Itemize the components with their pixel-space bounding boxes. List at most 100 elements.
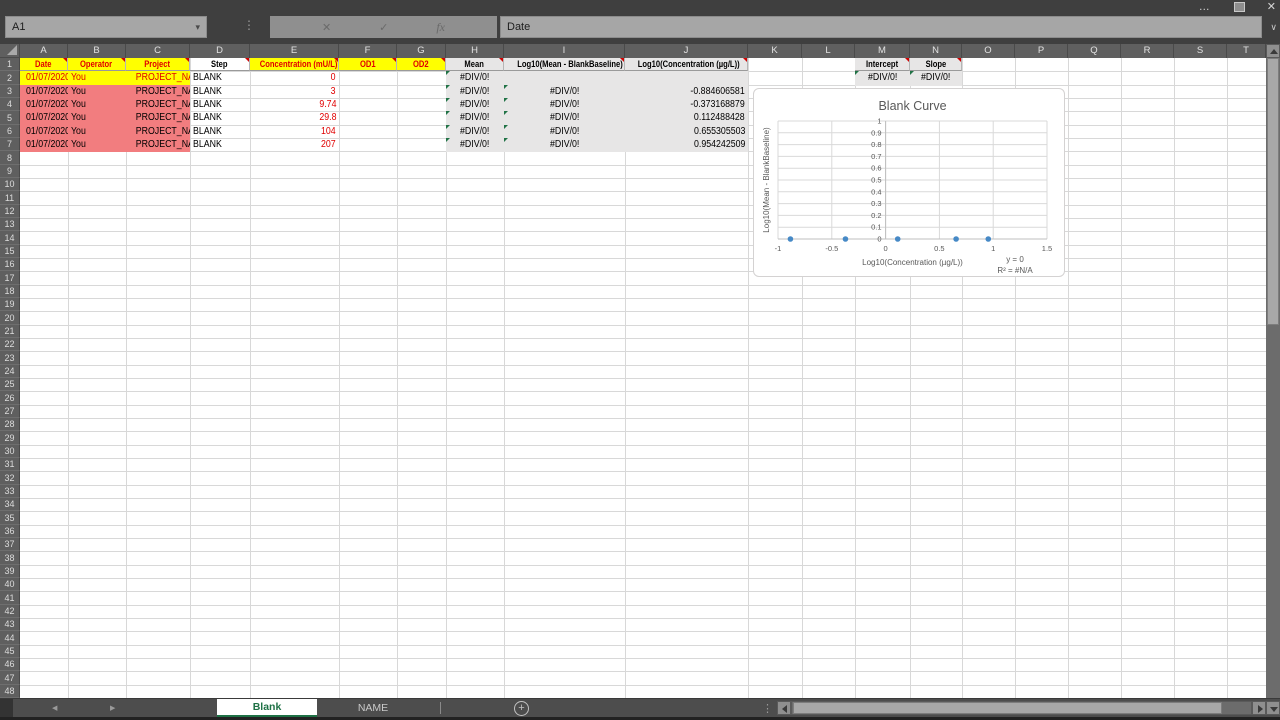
cell-C5[interactable]: PROJECT_NAME [126, 111, 190, 126]
insert-function-icon[interactable]: fx [436, 20, 445, 35]
row-header-46[interactable]: 46 [0, 658, 20, 671]
row-header-42[interactable]: 42 [0, 605, 20, 618]
cell-A1[interactable]: Date [20, 58, 68, 71]
cell-J7[interactable]: 0.954242509 [625, 138, 748, 152]
cell-E2[interactable]: 0 [250, 71, 339, 85]
scroll-left-icon[interactable] [777, 701, 791, 715]
cell-J2[interactable] [625, 71, 748, 86]
row-header-1[interactable]: 1 [0, 58, 20, 71]
row-header-4[interactable]: 4 [0, 98, 20, 111]
cell-J5[interactable]: 0.112488428 [625, 111, 748, 126]
row-header-12[interactable]: 12 [0, 205, 20, 218]
column-header-L[interactable]: L [802, 44, 855, 58]
scroll-down-icon[interactable] [1266, 701, 1280, 715]
cell-E1[interactable]: Concentration (mU/L) [250, 58, 339, 71]
row-header-21[interactable]: 21 [0, 325, 20, 338]
cell-A5[interactable]: 01/07/2020 [20, 111, 68, 126]
row-header-32[interactable]: 32 [0, 471, 20, 485]
cancel-entry-icon[interactable]: ✕ [322, 21, 331, 34]
row-header-43[interactable]: 43 [0, 618, 20, 631]
row-header-48[interactable]: 48 [0, 685, 20, 698]
cell-A3[interactable]: 01/07/2020 [20, 85, 68, 99]
cell-I5[interactable]: #DIV/0! [504, 111, 625, 126]
cell-J6[interactable]: 0.655305503 [625, 125, 748, 139]
cell-J1[interactable]: Log10(Concentration (µg/L)) [625, 58, 748, 71]
cell-H6[interactable]: #DIV/0! [446, 125, 504, 139]
row-header-35[interactable]: 35 [0, 511, 20, 525]
row-header-41[interactable]: 41 [0, 591, 20, 605]
cell-I4[interactable]: #DIV/0! [504, 98, 625, 112]
sheet-tab-blank[interactable]: Blank [217, 699, 317, 717]
row-header-16[interactable]: 16 [0, 258, 20, 271]
close-icon[interactable]: ✕ [1267, 2, 1276, 12]
cell-H5[interactable]: #DIV/0! [446, 111, 504, 126]
select-all-corner[interactable] [0, 44, 20, 58]
more-options-icon[interactable]: … [1199, 2, 1212, 12]
cell-H7[interactable]: #DIV/0! [446, 138, 504, 152]
cell-D5[interactable]: BLANK [190, 111, 250, 125]
row-header-37[interactable]: 37 [0, 538, 20, 551]
row-header-6[interactable]: 6 [0, 125, 20, 138]
column-header-Q[interactable]: Q [1068, 44, 1121, 58]
column-header-E[interactable]: E [250, 44, 339, 58]
column-header-K[interactable]: K [748, 44, 802, 58]
column-header-F[interactable]: F [339, 44, 397, 58]
column-header-D[interactable]: D [190, 44, 250, 58]
row-header-39[interactable]: 39 [0, 565, 20, 578]
horizontal-scrollbar-thumb[interactable] [793, 702, 1222, 714]
cell-I1[interactable]: Log10(Mean - BlankBaseline) [504, 58, 625, 71]
sheet-nav-next-icon[interactable]: ▶ [110, 704, 115, 712]
row-header-29[interactable]: 29 [0, 431, 20, 445]
row-header-24[interactable]: 24 [0, 365, 20, 378]
row-header-13[interactable]: 13 [0, 218, 20, 231]
cell-D6[interactable]: BLANK [190, 125, 250, 138]
new-sheet-icon[interactable]: + [514, 701, 529, 716]
cell-M2[interactable]: #DIV/0! [855, 71, 910, 86]
cell-B3[interactable]: You [68, 85, 126, 99]
cell-H1[interactable]: Mean [446, 58, 504, 71]
row-header-15[interactable]: 15 [0, 245, 20, 258]
column-header-R[interactable]: R [1121, 44, 1174, 58]
column-header-O[interactable]: O [962, 44, 1015, 58]
cell-F1[interactable]: OD1 [339, 58, 397, 71]
cell-C6[interactable]: PROJECT_NAME [126, 125, 190, 139]
row-header-22[interactable]: 22 [0, 338, 20, 351]
column-header-N[interactable]: N [910, 44, 962, 58]
row-header-20[interactable]: 20 [0, 311, 20, 325]
row-header-5[interactable]: 5 [0, 111, 20, 125]
expand-formula-bar-icon[interactable]: ∨ [1270, 22, 1277, 33]
row-header-38[interactable]: 38 [0, 551, 20, 565]
scrollbar-grip-icon[interactable]: ⋮ [762, 702, 773, 715]
cell-D7[interactable]: BLANK [190, 138, 250, 151]
column-header-J[interactable]: J [625, 44, 748, 58]
cell-C7[interactable]: PROJECT_NAME [126, 138, 190, 152]
restore-window-icon[interactable] [1234, 2, 1245, 12]
cell-B7[interactable]: You [68, 138, 126, 152]
cell-N2[interactable]: #DIV/0! [910, 71, 962, 86]
worksheet-grid[interactable]: DateOperatorProjectStepConcentration (mU… [20, 58, 1266, 698]
row-header-40[interactable]: 40 [0, 578, 20, 591]
cell-H3[interactable]: #DIV/0! [446, 85, 504, 99]
row-header-33[interactable]: 33 [0, 485, 20, 498]
cell-H4[interactable]: #DIV/0! [446, 98, 504, 112]
cell-C1[interactable]: Project [126, 58, 190, 71]
row-header-31[interactable]: 31 [0, 458, 20, 471]
cell-B2[interactable]: You [68, 71, 126, 86]
cell-E5[interactable]: 29.8 [250, 111, 339, 125]
cell-E3[interactable]: 3 [250, 85, 339, 98]
row-header-30[interactable]: 30 [0, 445, 20, 458]
cell-J4[interactable]: -0.373168879 [625, 98, 748, 112]
row-header-47[interactable]: 47 [0, 671, 20, 685]
sheet-tab-name[interactable]: NAME [325, 699, 421, 717]
cell-D2[interactable]: BLANK [190, 71, 250, 85]
cell-I6[interactable]: #DIV/0! [504, 125, 625, 139]
column-header-P[interactable]: P [1015, 44, 1068, 58]
cell-A4[interactable]: 01/07/2020 [20, 98, 68, 112]
row-header-2[interactable]: 2 [0, 71, 20, 85]
column-header-M[interactable]: M [855, 44, 910, 58]
row-header-19[interactable]: 19 [0, 298, 20, 311]
cell-N1[interactable]: Slope [910, 58, 962, 71]
cell-C3[interactable]: PROJECT_NAME [126, 85, 190, 99]
cell-C4[interactable]: PROJECT_NAME [126, 98, 190, 112]
column-header-H[interactable]: H [446, 44, 504, 58]
